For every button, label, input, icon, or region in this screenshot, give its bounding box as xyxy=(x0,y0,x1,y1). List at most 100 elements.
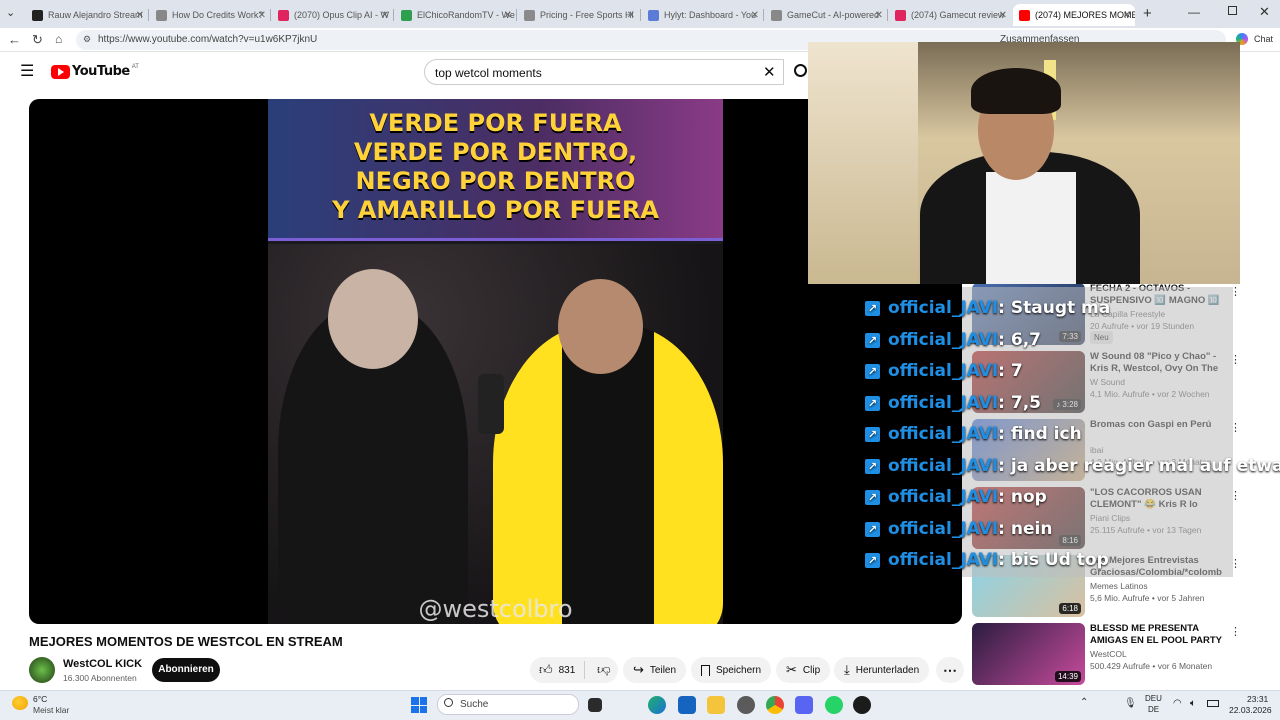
recommended-video[interactable]: 14:39 BLESSD ME PRESENTA AMIGAS EN EL POO… xyxy=(972,623,1242,689)
tab-label: Hylyt: Dashboard - You xyxy=(664,10,757,20)
chat-username: official_JAVI xyxy=(888,329,999,350)
sub-badge-icon: ↗ xyxy=(865,364,880,379)
minimize-icon[interactable]: — xyxy=(1188,5,1200,19)
tab-close-icon[interactable]: ✕ xyxy=(751,10,759,21)
bookmark-icon xyxy=(701,664,710,676)
person-right-face xyxy=(558,279,643,374)
chat-text: : nop xyxy=(998,487,1047,507)
weather-icon[interactable] xyxy=(12,696,28,710)
more-actions-button[interactable]: ⋯ xyxy=(936,657,964,683)
tab[interactable]: (2074) Gamecut review ✕ xyxy=(889,4,1011,26)
subscribe-button[interactable]: Abonnieren xyxy=(152,658,220,682)
edge-icon[interactable] xyxy=(648,696,666,714)
tab-separator xyxy=(270,9,271,21)
tab-separator xyxy=(393,9,394,21)
whatsapp-icon[interactable] xyxy=(825,696,843,714)
reload-icon[interactable]: ↻ xyxy=(32,32,43,48)
tab-label: How Do Credits Work? xyxy=(172,10,264,20)
recommended-channel[interactable]: Memes Latinos xyxy=(1090,581,1148,591)
file-explorer-icon[interactable] xyxy=(707,696,725,714)
tab-close-icon[interactable]: ✕ xyxy=(1123,10,1131,21)
tab[interactable]: How Do Credits Work? ✕ xyxy=(150,4,270,26)
save-button[interactable]: Speichern xyxy=(691,657,772,683)
tab-label: ElChicoRandomTV - We xyxy=(417,10,515,20)
tab-close-icon[interactable]: ✕ xyxy=(136,10,144,21)
tray-mic-icon[interactable]: 🎙︎ xyxy=(1124,698,1137,709)
weather-desc: Meist klar xyxy=(33,705,70,715)
tab-label: (2074) MEJORES MOME xyxy=(1035,10,1135,20)
download-label: Herunterladen xyxy=(855,664,920,676)
tab-close-icon[interactable]: ✕ xyxy=(875,10,883,21)
taskbar-search[interactable]: Suche xyxy=(437,694,579,715)
recommended-meta: 500.429 Aufrufe • vor 6 Monaten xyxy=(1090,661,1213,671)
like-button[interactable]: 👍︎ 831 xyxy=(530,661,585,679)
home-icon[interactable]: ⌂ xyxy=(55,32,62,46)
tab[interactable]: ElChicoRandomTV - We ✕ xyxy=(395,4,516,26)
wifi-icon[interactable]: ◠ xyxy=(1173,698,1182,709)
tab[interactable]: Rauw Alejandro Stream ✕ xyxy=(26,4,148,26)
keyboard-lang-top[interactable]: DEU xyxy=(1145,694,1162,703)
volume-icon[interactable]: 🔈︎ xyxy=(1190,698,1196,709)
back-icon[interactable]: ← xyxy=(8,32,21,47)
tray-chevron-icon[interactable]: ⌃ xyxy=(1080,697,1088,708)
tab-favicon-icon xyxy=(32,9,43,21)
dislike-button[interactable]: 👍︎ xyxy=(597,662,611,678)
more-options-icon[interactable]: ⋮ xyxy=(1230,625,1241,638)
media-player-icon[interactable] xyxy=(853,696,871,714)
chat-text: : ja aber reagier mal auf etwas xyxy=(998,455,1280,476)
chrome-icon[interactable] xyxy=(766,696,784,714)
clear-search-icon[interactable]: ✕ xyxy=(763,63,776,81)
sub-badge-icon: ↗ xyxy=(865,458,880,474)
menu-icon[interactable]: ☰ xyxy=(20,64,34,80)
tab-label: (2070) Opus Clip AI - W xyxy=(294,10,390,20)
video-thumbnail[interactable]: 14:39 xyxy=(972,623,1085,685)
recommended-title[interactable]: BLESSD ME PRESENTA AMIGAS EN EL POOL PAR… xyxy=(1090,623,1222,647)
recommended-channel[interactable]: WestCOL xyxy=(1090,649,1127,659)
chat-text: : 7,5 xyxy=(998,392,1041,413)
search-input[interactable]: top wetcol moments ✕ xyxy=(424,59,784,85)
task-view-icon[interactable] xyxy=(588,698,602,712)
channel-avatar[interactable] xyxy=(29,657,55,683)
chat-username: official_JAVI xyxy=(888,455,999,476)
chat-username: official_JAVI xyxy=(888,487,999,507)
site-info-icon[interactable]: ⚙ xyxy=(83,34,91,45)
discord-icon[interactable] xyxy=(795,696,813,714)
recommended-meta: 5,6 Mio. Aufrufe • vor 5 Jahren xyxy=(1090,593,1205,603)
restore-icon[interactable] xyxy=(1228,6,1237,15)
chat-text: : find ich xyxy=(998,424,1082,444)
tab[interactable]: (2070) Opus Clip AI - W ✕ xyxy=(272,4,393,26)
close-window-icon[interactable]: ✕ xyxy=(1259,4,1270,20)
battery-icon[interactable] xyxy=(1207,700,1219,707)
tab-close-icon[interactable]: ✕ xyxy=(258,10,266,21)
tab[interactable]: Pricing - Free Sports Hi ✕ xyxy=(518,4,639,26)
store-icon[interactable] xyxy=(678,696,696,714)
chat-username: official_JAVI xyxy=(888,298,999,318)
tab-favicon-icon xyxy=(771,9,782,21)
sub-badge-icon: ↗ xyxy=(865,521,880,537)
windows-start-icon[interactable] xyxy=(411,697,427,713)
tab-active[interactable]: (2074) MEJORES MOME ✕ xyxy=(1013,4,1135,26)
new-tab-button[interactable]: + xyxy=(1143,5,1152,22)
chat-message: ↗ official_JAVI: 7,5 xyxy=(865,393,1041,415)
search-icon[interactable] xyxy=(794,64,807,77)
share-button[interactable]: ↪ Teilen xyxy=(623,657,687,683)
channel-name[interactable]: WestCOL KICK xyxy=(63,658,142,670)
clock-time[interactable]: 23:31 xyxy=(1247,694,1268,704)
tab-close-icon[interactable]: ✕ xyxy=(627,10,635,21)
tab[interactable]: GameCut - AI-powered ✕ xyxy=(765,4,887,26)
tab-close-icon[interactable]: ✕ xyxy=(381,10,389,21)
save-label: Speichern xyxy=(716,664,762,676)
tab-list-icon[interactable]: ⌄ xyxy=(6,6,15,19)
tab-close-icon[interactable]: ✕ xyxy=(999,10,1007,21)
download-button[interactable]: ⤓ Herunterladen xyxy=(834,657,930,683)
chat-label[interactable]: Chat xyxy=(1254,34,1273,44)
webcam-door xyxy=(808,42,918,284)
tab-close-icon[interactable]: ✕ xyxy=(504,10,512,21)
weather-temp[interactable]: 6°C xyxy=(33,694,47,704)
banner-line: VERDE POR FUERA xyxy=(369,109,622,137)
clip-button[interactable]: ✂ Clip xyxy=(776,657,831,683)
app-icon[interactable] xyxy=(737,696,755,714)
tab-favicon-icon xyxy=(1019,9,1030,21)
youtube-logo[interactable]: YouTube AT xyxy=(51,64,139,79)
tab[interactable]: Hylyt: Dashboard - You ✕ xyxy=(642,4,763,26)
